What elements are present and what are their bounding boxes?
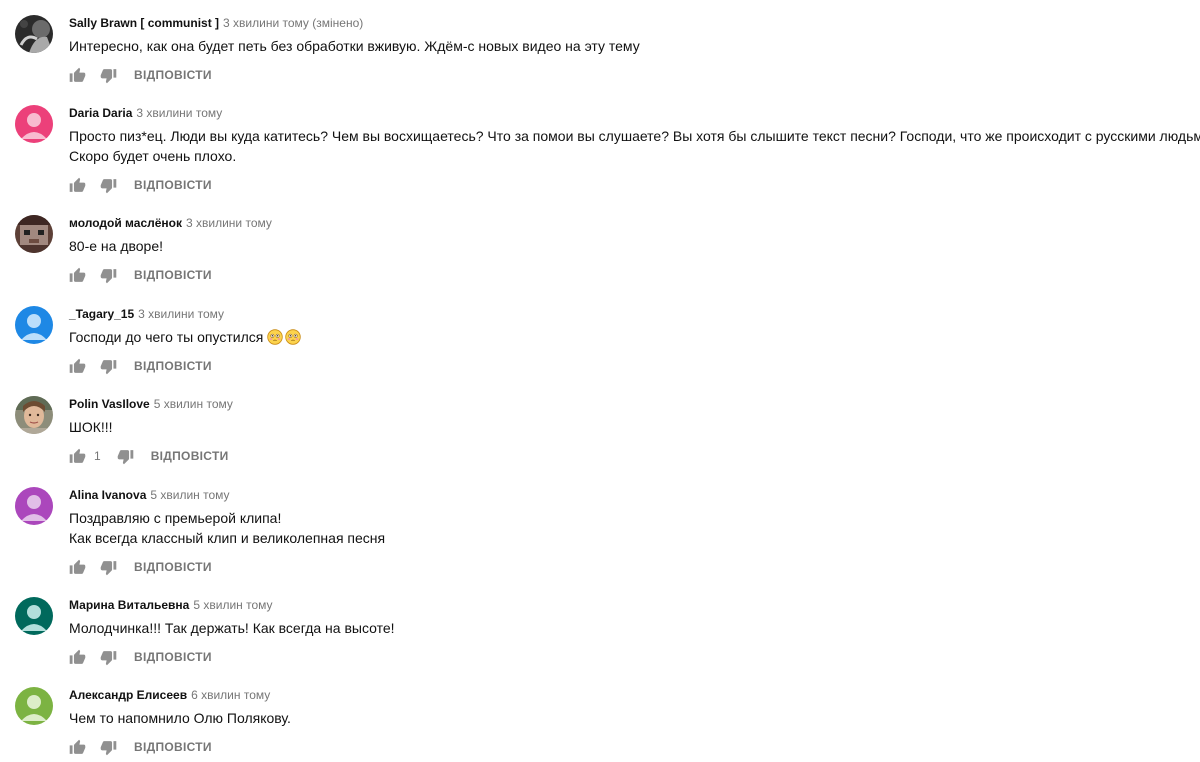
reply-button[interactable]: ВІДПОВІСТИ — [151, 449, 229, 463]
comment-text-line: ШОК!!! — [69, 419, 113, 435]
comment-text: Поздравляю с премьерой клипа! Как всегда… — [69, 508, 385, 548]
comment-actions: ВІДПОВІСТИ — [69, 647, 212, 667]
comment-actions: ВІДПОВІСТИ — [69, 737, 212, 757]
author-name[interactable]: Sally Brawn [ communist ] — [69, 16, 219, 30]
comment-header: Sally Brawn [ communist ] 3 хвилини тому … — [69, 15, 363, 31]
comment-actions: ВІДПОВІСТИ — [69, 356, 212, 376]
comment-actions: ВІДПОВІСТИ — [69, 557, 212, 577]
comment-actions: 1 ВІДПОВІСТИ — [69, 446, 229, 466]
comment-actions: ВІДПОВІСТИ — [69, 265, 212, 285]
comment-time[interactable]: 3 хвилини тому — [136, 106, 222, 120]
thumb-up-icon[interactable] — [69, 267, 86, 284]
author-name[interactable]: Александр Елисеев — [69, 688, 187, 702]
avatar[interactable] — [15, 487, 53, 525]
comment-text: Интересно, как она будет петь без обрабо… — [69, 36, 640, 56]
comment-time[interactable]: 5 хвилин тому — [193, 598, 272, 612]
author-name[interactable]: Alina Ivanova — [69, 488, 146, 502]
thumb-up-icon[interactable] — [69, 448, 86, 465]
flushed-face-emoji-icon — [285, 329, 301, 345]
thumb-up-icon[interactable] — [69, 67, 86, 84]
comment-time[interactable]: 6 хвилин тому — [191, 688, 270, 702]
reply-button[interactable]: ВІДПОВІСТИ — [134, 359, 212, 373]
comment-header: Александр Елисеев 6 хвилин тому — [69, 687, 270, 703]
reply-button[interactable]: ВІДПОВІСТИ — [134, 650, 212, 664]
thumb-up-icon[interactable] — [69, 739, 86, 756]
comment-header: _Tagary_15 3 хвилини тому — [69, 306, 224, 322]
author-name[interactable]: Polin VasIlove — [69, 397, 150, 411]
comment-text-line: Скоро будет очень плохо. — [69, 148, 237, 164]
comment-text-line: Господи до чего ты опустился — [69, 329, 264, 345]
edited-label: (змінено) — [312, 16, 364, 30]
author-name[interactable]: Daria Daria — [69, 106, 132, 120]
avatar[interactable] — [15, 597, 53, 635]
comment-time[interactable]: 5 хвилин тому — [154, 397, 233, 411]
comment-text-line: Просто пиз*ец. Люди вы куда катитесь? Че… — [69, 128, 1200, 144]
comment-text: ШОК!!! — [69, 417, 113, 437]
thumb-down-icon[interactable] — [117, 448, 134, 465]
reply-button[interactable]: ВІДПОВІСТИ — [134, 740, 212, 754]
comment-actions: ВІДПОВІСТИ — [69, 65, 212, 85]
comments-list: Sally Brawn [ communist ] 3 хвилини тому … — [0, 0, 1200, 762]
thumb-up-icon[interactable] — [69, 177, 86, 194]
flushed-face-emoji-icon — [267, 329, 283, 345]
comment-text-line: Как всегда классный клип и великолепная … — [69, 530, 386, 546]
comment-text: Просто пиз*ец. Люди вы куда катитесь? Че… — [69, 126, 1200, 166]
thumb-down-icon[interactable] — [100, 559, 117, 576]
like-count: 1 — [94, 449, 101, 463]
comment-text-line: Поздравляю с премьерой клипа! — [69, 510, 282, 526]
thumb-up-icon[interactable] — [69, 559, 86, 576]
author-name[interactable]: молодой маслёнок — [69, 216, 182, 230]
author-name[interactable]: Марина Витальевна — [69, 598, 189, 612]
thumb-down-icon[interactable] — [100, 739, 117, 756]
avatar[interactable] — [15, 15, 53, 53]
reply-button[interactable]: ВІДПОВІСТИ — [134, 178, 212, 192]
comment-header: Alina Ivanova 5 хвилин тому — [69, 487, 230, 503]
comment-header: Daria Daria 3 хвилини тому — [69, 105, 222, 121]
thumb-down-icon[interactable] — [100, 177, 117, 194]
comment-time[interactable]: 5 хвилин тому — [150, 488, 229, 502]
reply-button[interactable]: ВІДПОВІСТИ — [134, 268, 212, 282]
thumb-down-icon[interactable] — [100, 358, 117, 375]
comment-text-line: Чем то напомнило Олю Полякову. — [69, 710, 291, 726]
reply-button[interactable]: ВІДПОВІСТИ — [134, 560, 212, 574]
comment-header: Polin VasIlove 5 хвилин тому — [69, 396, 233, 412]
thumb-down-icon[interactable] — [100, 649, 117, 666]
comment-time[interactable]: 3 хвилини тому — [223, 16, 309, 30]
avatar[interactable] — [15, 215, 53, 253]
avatar[interactable] — [15, 306, 53, 344]
thumb-down-icon[interactable] — [100, 267, 117, 284]
comment-actions: ВІДПОВІСТИ — [69, 175, 212, 195]
comment-text-line: 80-е на дворе! — [69, 238, 164, 254]
author-name[interactable]: _Tagary_15 — [69, 307, 134, 321]
comment-time[interactable]: 3 хвилини тому — [138, 307, 224, 321]
comment-text: 80-е на дворе! — [69, 236, 163, 256]
comment-text: Чем то напомнило Олю Полякову. — [69, 708, 291, 728]
comment-time[interactable]: 3 хвилини тому — [186, 216, 272, 230]
avatar[interactable] — [15, 396, 53, 434]
avatar[interactable] — [15, 687, 53, 725]
comment-header: Марина Витальевна 5 хвилин тому — [69, 597, 273, 613]
thumb-up-icon[interactable] — [69, 649, 86, 666]
comment-header: молодой маслёнок 3 хвилини тому — [69, 215, 272, 231]
comment-text: Господи до чего ты опустился — [69, 327, 303, 347]
comment-text-line: Интересно, как она будет петь без обрабо… — [69, 38, 640, 54]
comment-text-line: Молодчинка!!! Так держать! Как всегда на… — [69, 620, 395, 636]
thumb-up-icon[interactable] — [69, 358, 86, 375]
comment-text: Молодчинка!!! Так держать! Как всегда на… — [69, 618, 395, 638]
avatar[interactable] — [15, 105, 53, 143]
reply-button[interactable]: ВІДПОВІСТИ — [134, 68, 212, 82]
thumb-down-icon[interactable] — [100, 67, 117, 84]
